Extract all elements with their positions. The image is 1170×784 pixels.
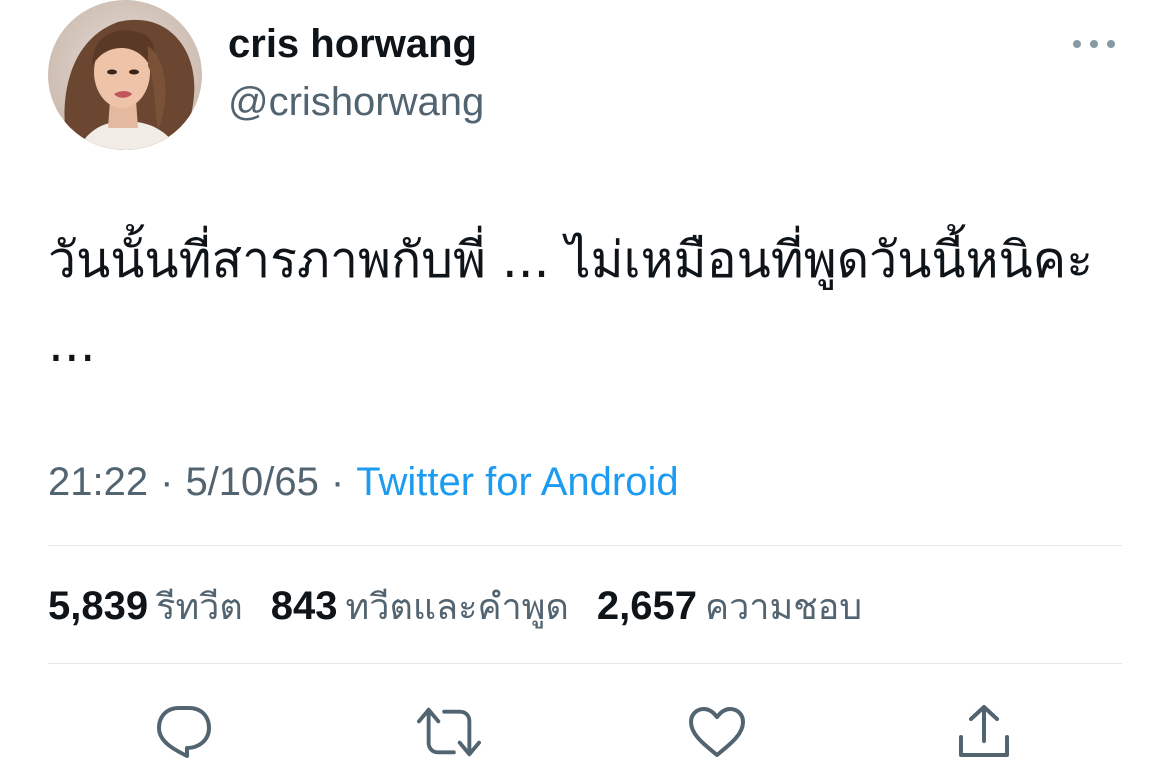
retweets-label: รีทวีต <box>156 587 243 628</box>
divider <box>48 545 1122 546</box>
tweet-metadata: 21:22 · 5/10/65 · Twitter for Android <box>48 458 679 506</box>
tweet-source-link[interactable]: Twitter for Android <box>356 460 678 504</box>
more-horizontal-icon <box>1073 40 1115 48</box>
share-upload-icon <box>959 705 1009 757</box>
retweets-count: 5,839 <box>48 584 149 628</box>
tweet-actions-bar <box>0 700 1170 764</box>
likes-count: 2,657 <box>596 584 697 628</box>
tweet-time: 21:22 <box>48 460 149 504</box>
likes-label: ความชอบ <box>704 587 863 628</box>
quote-tweets-label: ทวีตและคำพูด <box>345 587 569 628</box>
like-button[interactable] <box>685 700 749 764</box>
tweet-stats: 5,839 รีทวีต 843 ทวีตและคำพูด 2,657 ความชอบ <box>48 580 862 634</box>
tweet-text: วันนั้นที่สารภาพกับพี่ ... ไม่เหมือนที่พ… <box>48 231 1094 373</box>
author-handle[interactable]: @crishorwang <box>228 78 484 126</box>
retweet-button[interactable] <box>417 700 481 764</box>
reply-button[interactable] <box>152 700 216 764</box>
quote-tweets-count: 843 <box>270 584 338 628</box>
heart-icon <box>689 707 745 757</box>
avatar-photo <box>48 0 202 150</box>
retweets-stat[interactable]: 5,839 รีทวีต <box>48 580 243 634</box>
likes-stat[interactable]: 2,657 ความชอบ <box>597 580 862 634</box>
retweet-icon <box>417 707 481 757</box>
divider <box>48 663 1122 664</box>
comment-bubble-icon <box>157 706 211 758</box>
meta-separator: · <box>160 460 174 504</box>
meta-separator: · <box>330 460 345 504</box>
avatar[interactable] <box>48 0 202 150</box>
more-options-button[interactable] <box>1070 26 1118 62</box>
quote-tweets-stat[interactable]: 843 ทวีตและคำพูด <box>271 580 569 634</box>
tweet-date: 5/10/65 <box>185 460 319 504</box>
author-display-name[interactable]: cris horwang <box>228 20 477 68</box>
share-button[interactable] <box>952 700 1016 764</box>
